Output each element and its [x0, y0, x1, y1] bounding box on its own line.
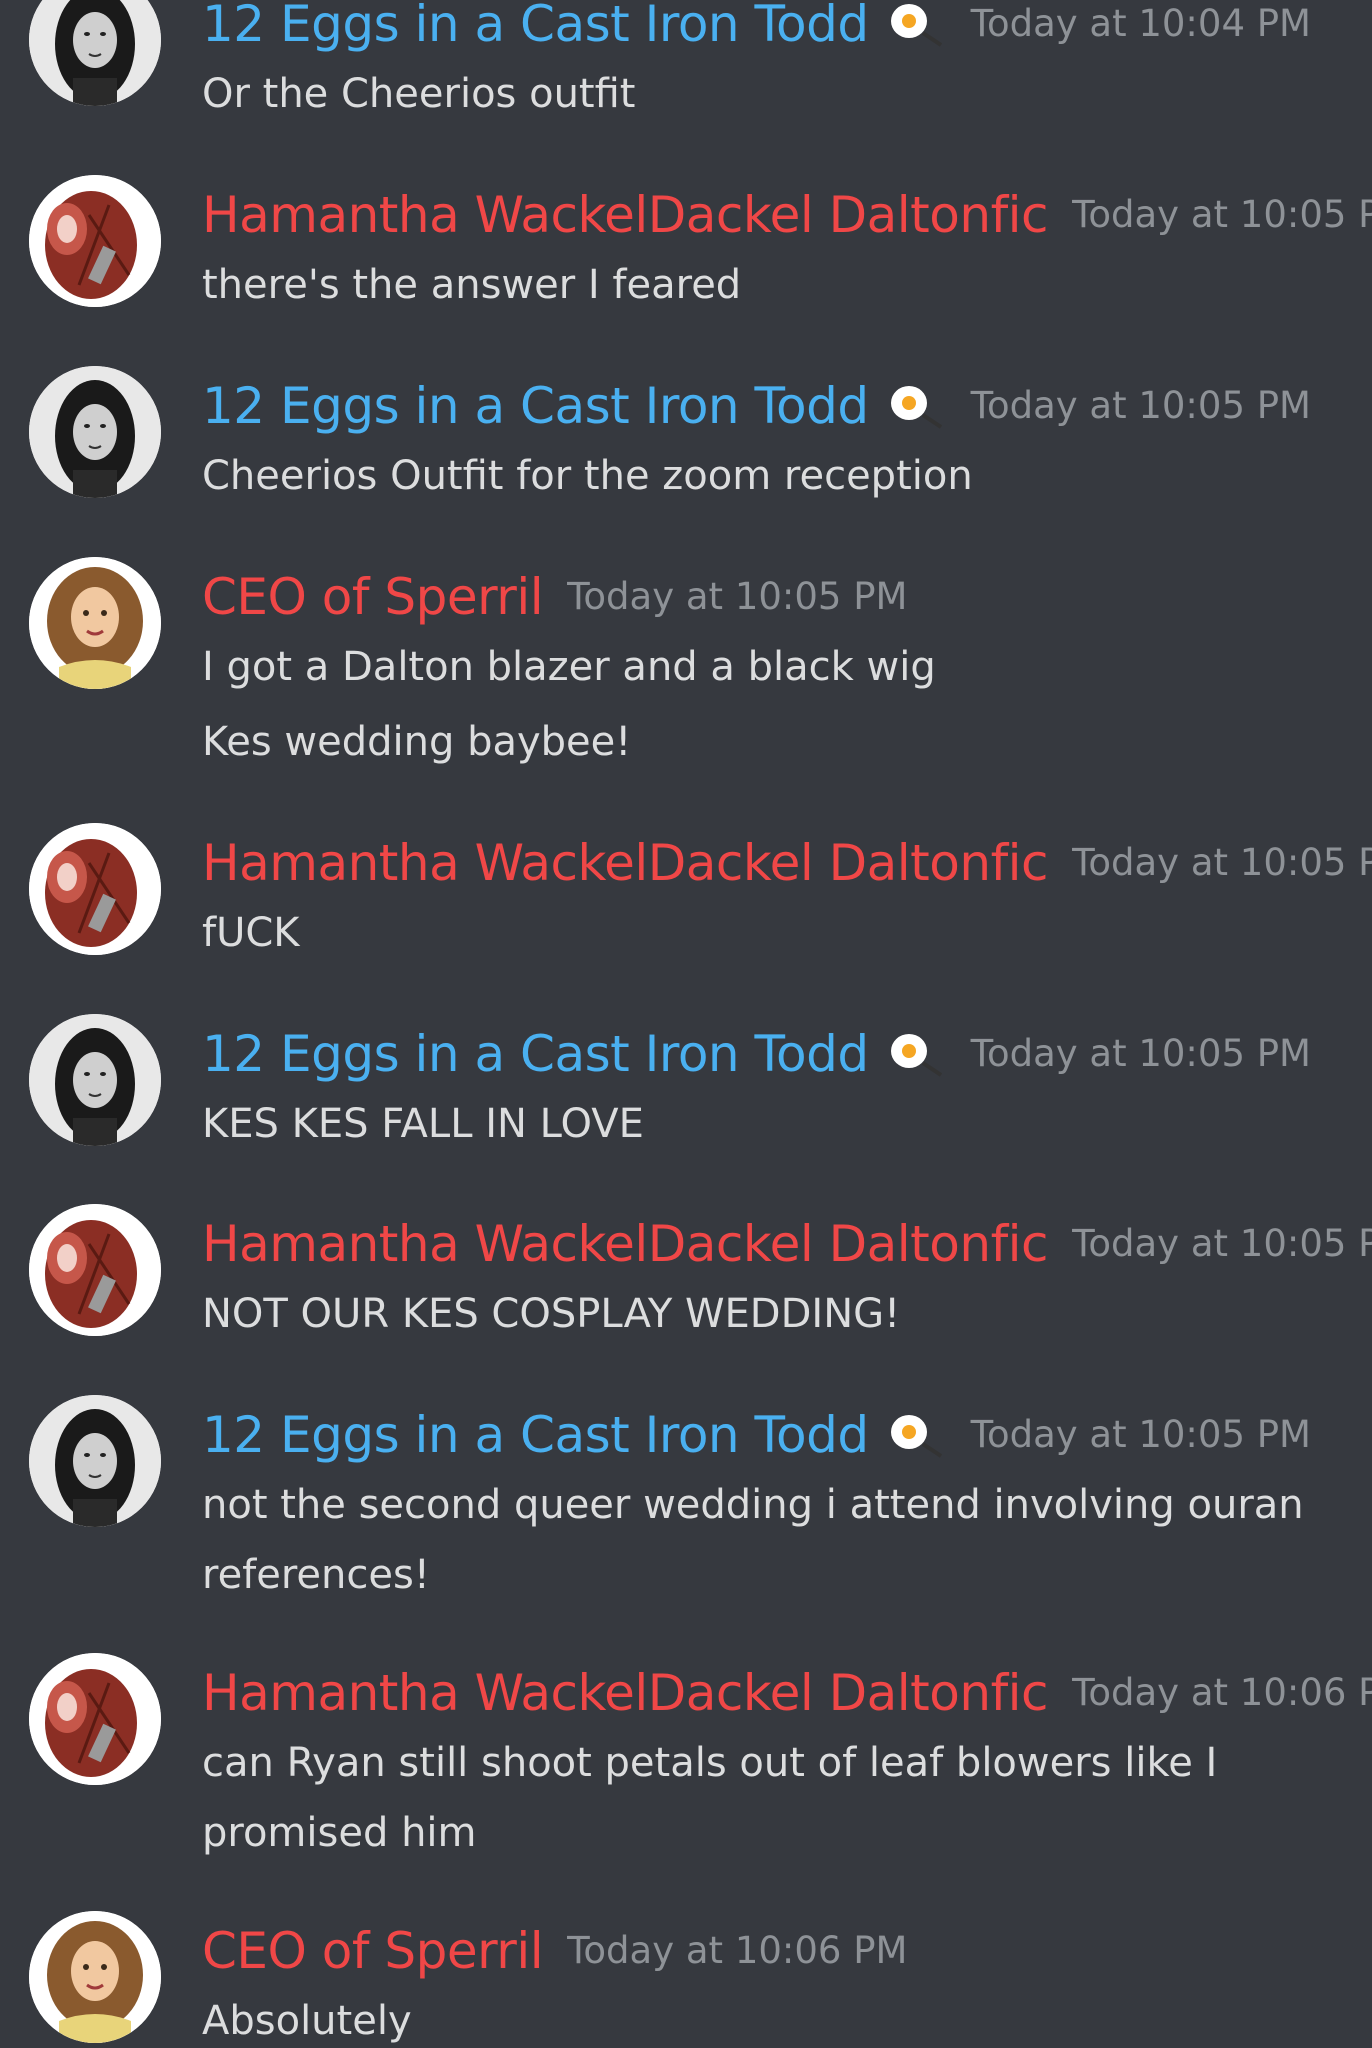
message-header: 12 Eggs in a Cast Iron Todd Today at 10:…	[202, 1024, 1311, 1084]
message-text: not the second queer wedding i attend in…	[202, 1482, 1304, 1528]
username[interactable]: 12 Eggs in a Cast Iron Todd	[202, 1405, 869, 1465]
timestamp: Today at 10:05 PM	[970, 1413, 1311, 1456]
username[interactable]: CEO of Sperril	[202, 1921, 544, 1981]
timestamp: Today at 10:05 P	[1072, 841, 1372, 884]
message-text: fUCK	[202, 910, 300, 956]
avatar-todd[interactable]	[29, 1014, 161, 1146]
username[interactable]: Hamantha WackelDackel Daltonfic	[202, 185, 1049, 245]
fried-egg-pan-icon	[887, 1410, 947, 1460]
fried-egg-pan-icon	[887, 1029, 947, 1079]
timestamp: Today at 10:06 PM	[567, 1929, 908, 1972]
message-text: KES KES FALL IN LOVE	[202, 1101, 644, 1147]
message-text: Absolutely	[202, 1998, 412, 2044]
username[interactable]: 12 Eggs in a Cast Iron Todd	[202, 1024, 869, 1084]
avatar-ceo-of-sperril[interactable]	[29, 1911, 161, 2043]
message-text: can Ryan still shoot petals out of leaf …	[202, 1740, 1218, 1786]
timestamp: Today at 10:05 PM	[970, 384, 1311, 427]
username[interactable]: Hamantha WackelDackel Daltonfic	[202, 1214, 1049, 1274]
username[interactable]: 12 Eggs in a Cast Iron Todd	[202, 0, 869, 54]
message-text: references!	[202, 1552, 430, 1598]
avatar-todd[interactable]	[29, 1395, 161, 1527]
timestamp: Today at 10:05 PM	[567, 575, 908, 618]
avatar-ceo-of-sperril[interactable]	[29, 557, 161, 689]
avatar-hamantha[interactable]	[29, 175, 161, 307]
fried-egg-pan-icon	[887, 0, 947, 49]
message-text: promised him	[202, 1810, 477, 1856]
avatar-hamantha[interactable]	[29, 1204, 161, 1336]
avatar-hamantha[interactable]	[29, 823, 161, 955]
message-text: Kes wedding baybee!	[202, 719, 632, 765]
username[interactable]: Hamantha WackelDackel Daltonfic	[202, 1663, 1049, 1723]
avatar-todd[interactable]	[29, 0, 161, 106]
message-header: Hamantha WackelDackel Daltonfic Today at…	[202, 1663, 1372, 1723]
timestamp: Today at 10:05 P	[1072, 193, 1372, 236]
message-text: I got a Dalton blazer and a black wig	[202, 644, 936, 690]
avatar-hamantha[interactable]	[29, 1653, 161, 1785]
message-text: Or the Cheerios outfit	[202, 71, 636, 117]
fried-egg-pan-icon	[887, 381, 947, 431]
avatar-todd[interactable]	[29, 366, 161, 498]
message-header: 12 Eggs in a Cast Iron Todd Today at 10:…	[202, 1405, 1311, 1465]
message-header: Hamantha WackelDackel Daltonfic Today at…	[202, 185, 1372, 245]
username[interactable]: CEO of Sperril	[202, 567, 544, 627]
timestamp: Today at 10:04 PM	[970, 2, 1311, 45]
username[interactable]: 12 Eggs in a Cast Iron Todd	[202, 376, 869, 436]
username[interactable]: Hamantha WackelDackel Daltonfic	[202, 833, 1049, 893]
message-header: CEO of Sperril Today at 10:06 PM	[202, 1921, 907, 1981]
message-header: Hamantha WackelDackel Daltonfic Today at…	[202, 1214, 1372, 1274]
message-header: 12 Eggs in a Cast Iron Todd Today at 10:…	[202, 376, 1311, 436]
timestamp: Today at 10:05 PM	[970, 1032, 1311, 1075]
message-header: 12 Eggs in a Cast Iron Todd Today at 10:…	[202, 0, 1311, 54]
message-text: there's the answer I feared	[202, 262, 742, 308]
timestamp: Today at 10:05 P	[1072, 1222, 1372, 1265]
message-text: NOT OUR KES COSPLAY WEDDING!	[202, 1291, 901, 1337]
message-header: Hamantha WackelDackel Daltonfic Today at…	[202, 833, 1372, 893]
message-header: CEO of Sperril Today at 10:05 PM	[202, 567, 907, 627]
timestamp: Today at 10:06 P	[1072, 1671, 1372, 1714]
message-text: Cheerios Outfit for the zoom reception	[202, 453, 973, 499]
